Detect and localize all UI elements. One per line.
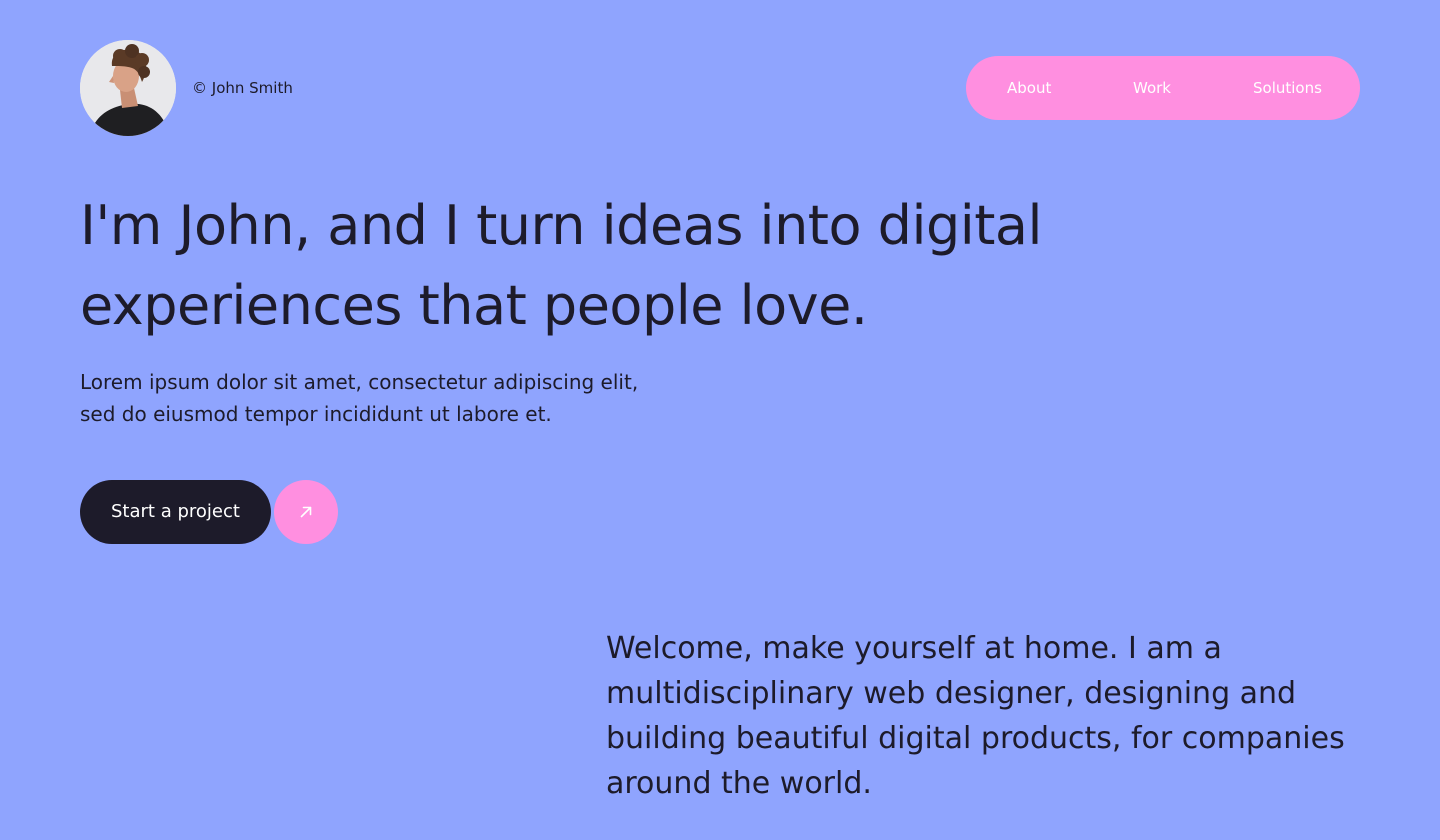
welcome-text: Welcome, make yourself at home. I am a m… xyxy=(606,631,1345,801)
site-header: © John Smith About Work Solutions xyxy=(80,40,1360,136)
brand-name: © John Smith xyxy=(192,79,293,97)
start-project-button[interactable]: Start a project xyxy=(80,480,271,544)
main-nav: About Work Solutions xyxy=(966,56,1360,120)
cta-group: Start a project xyxy=(80,480,338,544)
brand[interactable]: © John Smith xyxy=(80,40,293,136)
arrow-up-right-icon xyxy=(300,506,312,518)
nav-item-work[interactable]: Work xyxy=(1133,56,1171,120)
nav-item-solutions[interactable]: Solutions xyxy=(1253,56,1322,120)
hero-title: I'm John, and I turn ideas into digital … xyxy=(80,194,1043,337)
nav-item-about[interactable]: About xyxy=(1007,56,1051,120)
avatar xyxy=(80,40,176,136)
avatar-portrait xyxy=(80,40,176,136)
hero-subtitle: Lorem ipsum dolor sit amet, consectetur … xyxy=(80,370,639,426)
cta-arrow-button[interactable] xyxy=(273,480,338,544)
